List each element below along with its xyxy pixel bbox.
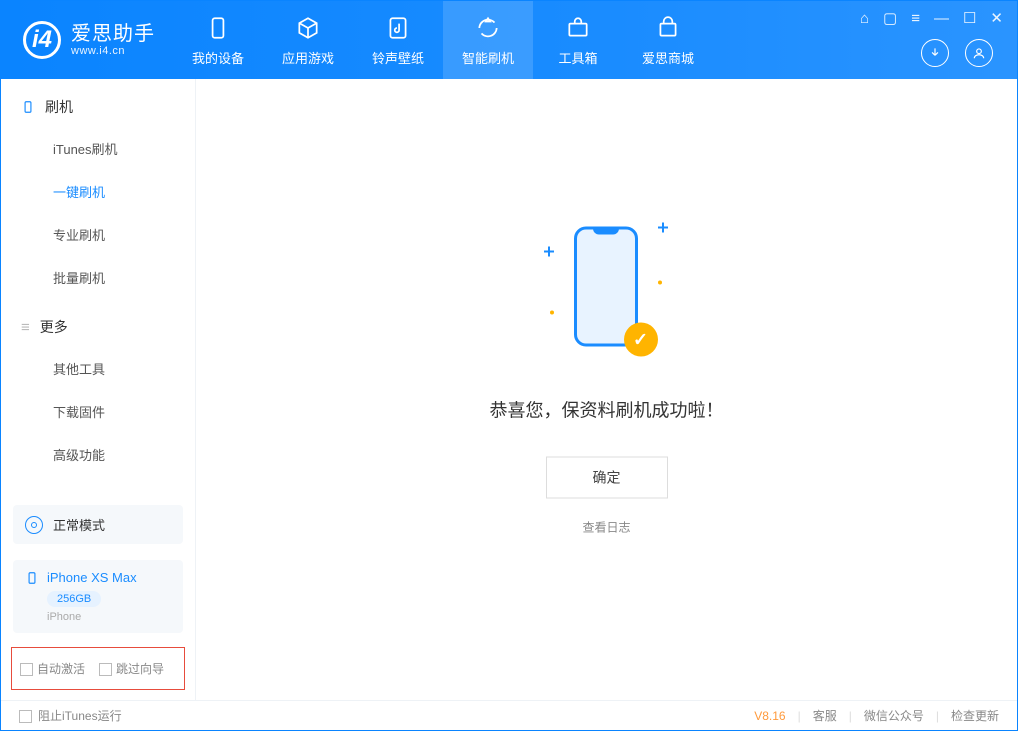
options-row: 自动激活 跳过向导 (11, 647, 185, 690)
sidebar-item-advanced[interactable]: 高级功能 (1, 433, 195, 476)
support-link[interactable]: 客服 (813, 707, 837, 724)
check-update-link[interactable]: 检查更新 (951, 707, 999, 724)
cart-icon (654, 14, 682, 42)
close-button[interactable]: ✕ (990, 9, 1003, 27)
tab-my-device[interactable]: 我的设备 (173, 1, 263, 79)
device-type: iPhone (47, 611, 171, 623)
mode-icon (25, 516, 43, 534)
shirt-icon[interactable]: ⌂ (860, 10, 869, 27)
mode-label: 正常模式 (53, 515, 105, 534)
mode-box[interactable]: 正常模式 (13, 505, 183, 544)
sidebar-item-other-tools[interactable]: 其他工具 (1, 347, 195, 390)
menu-icon[interactable]: ≡ (911, 10, 920, 27)
tab-label: 智能刷机 (462, 48, 514, 67)
sidebar-item-oneclick-flash[interactable]: 一键刷机 (1, 170, 195, 213)
tab-label: 爱思商城 (642, 48, 694, 67)
tab-apps-games[interactable]: 应用游戏 (263, 1, 353, 79)
success-illustration: ✓ (552, 219, 662, 369)
device-icon (204, 14, 232, 42)
account-button[interactable] (965, 39, 993, 67)
tab-store[interactable]: 爱思商城 (623, 1, 713, 79)
phone-icon (21, 100, 35, 114)
device-box[interactable]: iPhone XS Max 256GB iPhone (13, 560, 183, 633)
sidebar-item-pro-flash[interactable]: 专业刷机 (1, 213, 195, 256)
settings-icon[interactable]: ▢ (883, 9, 897, 27)
main-content: ✓ 恭喜您，保资料刷机成功啦！ 确定 查看日志 (196, 79, 1017, 700)
music-icon (384, 14, 412, 42)
storage-badge: 256GB (47, 591, 101, 607)
cube-icon (294, 14, 322, 42)
sidebar-group-more: ≡ 更多 (1, 299, 195, 347)
refresh-icon (474, 14, 502, 42)
tab-label: 我的设备 (192, 48, 244, 67)
tab-label: 工具箱 (558, 48, 597, 67)
sidebar-item-batch-flash[interactable]: 批量刷机 (1, 256, 195, 299)
statusbar: 阻止iTunes运行 V8.16 | 客服 | 微信公众号 | 检查更新 (1, 700, 1017, 730)
success-panel: ✓ 恭喜您，保资料刷机成功啦！ 确定 查看日志 (490, 219, 724, 536)
list-icon: ≡ (21, 319, 30, 336)
tab-toolbox[interactable]: 工具箱 (533, 1, 623, 79)
download-button[interactable] (921, 39, 949, 67)
maximize-button[interactable]: ☐ (963, 9, 976, 27)
success-message: 恭喜您，保资料刷机成功啦！ (490, 397, 724, 423)
check-icon: ✓ (624, 323, 658, 357)
skip-guide-checkbox[interactable]: 跳过向导 (99, 660, 164, 677)
sidebar-item-itunes-flash[interactable]: iTunes刷机 (1, 127, 195, 170)
sidebar: 刷机 iTunes刷机 一键刷机 专业刷机 批量刷机 ≡ 更多 其他工具 下载固… (1, 79, 196, 700)
tab-flash[interactable]: 智能刷机 (443, 1, 533, 79)
app-subtitle: www.i4.cn (71, 45, 155, 57)
toolbox-icon (564, 14, 592, 42)
auto-activate-checkbox[interactable]: 自动激活 (20, 660, 85, 677)
titlebar: i4 爱思助手 www.i4.cn 我的设备 应用游戏 铃声壁纸 智能刷机 工具… (1, 1, 1017, 79)
sidebar-item-download-firmware[interactable]: 下载固件 (1, 390, 195, 433)
view-log-link[interactable]: 查看日志 (582, 519, 630, 536)
app-title: 爱思助手 (71, 23, 155, 45)
device-name: iPhone XS Max (47, 570, 137, 585)
wechat-link[interactable]: 微信公众号 (864, 707, 924, 724)
logo: i4 爱思助手 www.i4.cn (1, 1, 173, 79)
header-actions (921, 39, 993, 67)
minimize-button[interactable]: — (934, 10, 949, 27)
block-itunes-checkbox[interactable]: 阻止iTunes运行 (19, 707, 122, 724)
tab-label: 铃声壁纸 (372, 48, 424, 67)
version-label: V8.16 (754, 709, 785, 723)
confirm-button[interactable]: 确定 (546, 457, 668, 499)
main-tabs: 我的设备 应用游戏 铃声壁纸 智能刷机 工具箱 爱思商城 (173, 1, 713, 79)
tab-label: 应用游戏 (282, 48, 334, 67)
window-controls: ⌂ ▢ ≡ — ☐ ✕ (860, 9, 1003, 27)
logo-icon: i4 (23, 21, 61, 59)
sidebar-group-flash: 刷机 (1, 79, 195, 127)
group-title: 刷机 (45, 97, 73, 117)
phone-icon (25, 571, 39, 585)
group-title: 更多 (40, 317, 68, 337)
tab-ringtones[interactable]: 铃声壁纸 (353, 1, 443, 79)
